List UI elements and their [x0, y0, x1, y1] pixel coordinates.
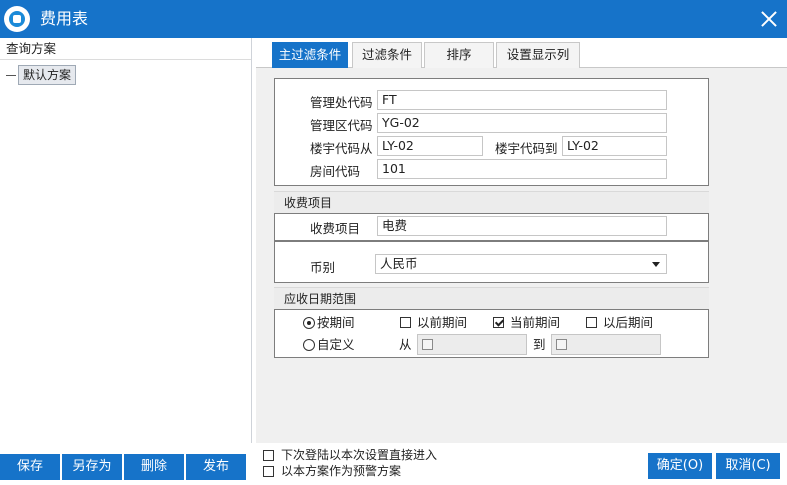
currency-label: 币别: [310, 260, 336, 275]
tab-strip: 主过滤条件 过滤条件 排序 设置显示列: [256, 38, 787, 68]
charge-item-label: 收费项目: [310, 221, 361, 236]
date-to-input[interactable]: [551, 334, 661, 355]
code-filter-group: 管理处代码 FT 管理区代码 YG-02 楼宇代码从 LY-02 楼宇代码到 L…: [274, 78, 709, 186]
tab-filter-conditions[interactable]: 过滤条件: [352, 42, 422, 68]
tab-sort[interactable]: 排序: [424, 42, 494, 68]
charge-section-header: 收费项目: [274, 191, 709, 213]
title-bar: 费用表: [0, 0, 787, 38]
mgmt-office-code-label: 管理处代码: [310, 95, 373, 110]
save-button[interactable]: 保存: [0, 454, 60, 480]
scheme-item-default[interactable]: 默认方案: [18, 65, 77, 85]
room-code-input[interactable]: 101: [377, 159, 667, 179]
current-period-label: 当前期间: [510, 315, 561, 330]
alert-scheme-checkbox[interactable]: [263, 466, 274, 477]
custom-radio[interactable]: [303, 339, 315, 351]
charge-item-group: 收费项目 电费: [274, 213, 709, 241]
to-label: 到: [533, 337, 546, 352]
building-from-input[interactable]: LY-02: [377, 136, 483, 156]
footer-bar: 保存 另存为 删除 发布 下次登陆以本次设置直接进入 以本方案作为预警方案 确定…: [0, 443, 787, 485]
building-to-label: 楼宇代码到: [495, 141, 558, 156]
save-as-button[interactable]: 另存为: [62, 454, 122, 480]
scheme-panel-header: 查询方案: [0, 38, 251, 60]
tab-display-columns[interactable]: 设置显示列: [496, 42, 580, 68]
currency-group: 币别 人民币: [274, 241, 709, 283]
current-period-checkbox[interactable]: [493, 317, 504, 328]
currency-select[interactable]: 人民币: [375, 254, 667, 274]
from-label: 从: [399, 337, 412, 352]
by-period-label: 按期间: [317, 315, 355, 330]
mgmt-area-code-input[interactable]: YG-02: [377, 113, 667, 133]
date-from-input[interactable]: [417, 334, 527, 355]
delete-button[interactable]: 删除: [124, 454, 184, 480]
by-period-radio[interactable]: [303, 317, 315, 329]
building-from-label: 楼宇代码从: [310, 141, 373, 156]
room-code-label: 房间代码: [310, 164, 361, 179]
alert-scheme-label: 以本方案作为预警方案: [281, 464, 402, 478]
date-range-group: 按期间 以前期间 当前期间 以后期间 自定义 从 到: [274, 309, 709, 358]
later-period-label: 以后期间: [603, 315, 654, 330]
cancel-button[interactable]: 取消(C): [716, 453, 780, 479]
ok-button[interactable]: 确定(O): [648, 453, 712, 479]
mgmt-area-code-label: 管理区代码: [310, 118, 373, 133]
publish-button[interactable]: 发布: [186, 454, 246, 480]
charge-item-input[interactable]: 电费: [377, 216, 667, 236]
auto-enter-checkbox[interactable]: [263, 450, 274, 461]
building-to-input[interactable]: LY-02: [562, 136, 667, 156]
previous-period-checkbox[interactable]: [400, 317, 411, 328]
filter-panel: 主过滤条件 过滤条件 排序 设置显示列 管理处代码 FT 管理区代码 YG-02…: [256, 38, 787, 443]
dropdown-arrow-icon: [652, 262, 660, 267]
custom-label: 自定义: [317, 337, 355, 352]
later-period-checkbox[interactable]: [586, 317, 597, 328]
auto-enter-label: 下次登陆以本次设置直接进入: [281, 448, 438, 462]
date-range-header: 应收日期范围: [274, 287, 709, 309]
tree-line: [6, 75, 16, 76]
previous-period-label: 以前期间: [417, 315, 468, 330]
app-logo-icon: [4, 6, 30, 32]
window-title: 费用表: [40, 9, 89, 28]
currency-value: 人民币: [380, 256, 418, 271]
tab-main-filter[interactable]: 主过滤条件: [272, 42, 348, 68]
scheme-panel: 查询方案 默认方案: [0, 38, 252, 443]
mgmt-office-code-input[interactable]: FT: [377, 90, 667, 110]
close-icon[interactable]: [757, 7, 781, 31]
